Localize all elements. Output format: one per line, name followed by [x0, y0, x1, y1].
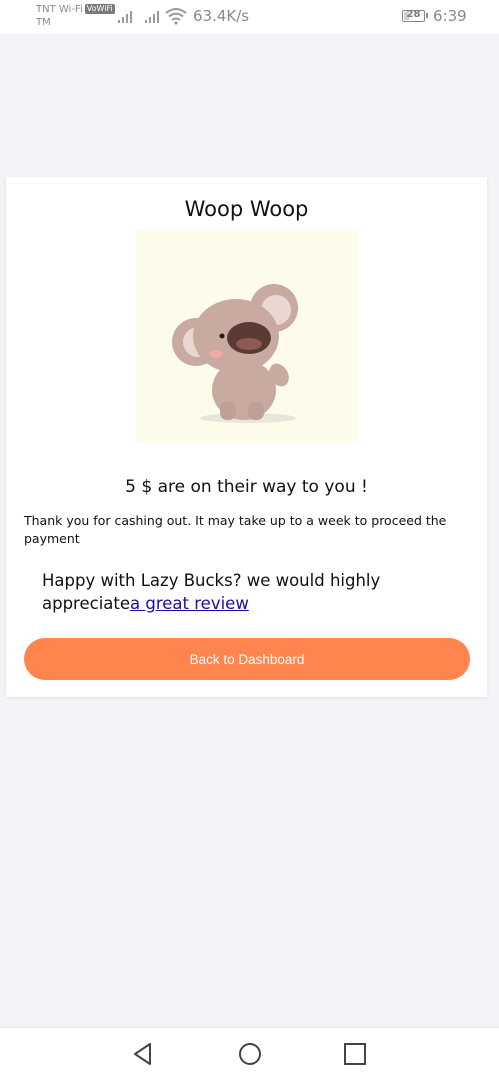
recents-square-icon[interactable] [342, 1041, 368, 1067]
carrier-name: TNT Wi-Fi [36, 4, 83, 15]
cashout-amount-message: 5 $ are on their way to you ! [125, 477, 368, 497]
vowifi-badge: VoWiFi [84, 4, 115, 14]
clock: 6:39 [433, 7, 467, 25]
review-link[interactable]: a great review [130, 594, 249, 613]
signal-icon [118, 9, 136, 23]
carrier-name-2: TM [36, 17, 51, 28]
back-to-dashboard-button[interactable]: Back to Dashboard [24, 638, 470, 680]
battery-level: 28 [406, 9, 421, 20]
cashout-success-card: Woop Woop 5 $ are on their way to you ! … [6, 177, 487, 697]
wifi-icon [165, 8, 187, 25]
network-speed: 63.4K/s [193, 7, 250, 25]
back-triangle-icon[interactable] [130, 1041, 156, 1067]
signal-icon-2 [145, 9, 163, 23]
review-request: Happy with Lazy Bucks? we would highly a… [42, 569, 427, 615]
status-bar: TNT Wi-Fi VoWiFi TM 63.4K/s 28 6:39 [0, 0, 499, 34]
koala-illustration [136, 230, 358, 442]
card-title: Woop Woop [184, 197, 309, 221]
battery-icon: 28 [402, 9, 428, 22]
system-nav-bar [0, 1027, 499, 1081]
carrier-info: TNT Wi-Fi VoWiFi TM [36, 3, 115, 29]
thanks-message: Thank you for cashing out. It may take u… [24, 513, 447, 546]
home-circle-icon[interactable] [237, 1041, 263, 1067]
